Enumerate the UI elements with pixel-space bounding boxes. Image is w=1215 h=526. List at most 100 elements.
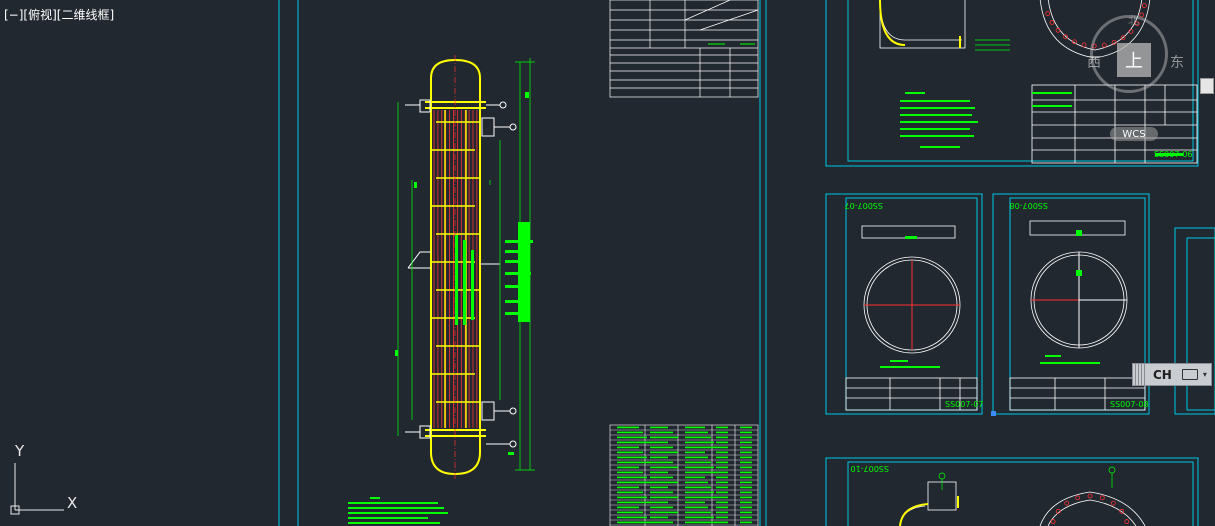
parts-row-text <box>685 476 705 479</box>
parts-row-text <box>685 511 711 514</box>
parts-row-text <box>650 516 668 519</box>
parts-row-text <box>617 446 639 449</box>
parts-row-text <box>617 501 651 504</box>
wcs-label: WCS <box>1122 128 1146 140</box>
parts-row-text <box>716 491 728 494</box>
parts-row-text <box>740 501 752 504</box>
parts-row-text <box>716 451 728 454</box>
parts-row-text <box>650 466 678 469</box>
scrollbar-thumb[interactable] <box>1200 78 1214 94</box>
parts-row-text <box>617 451 643 454</box>
ime-language-bar[interactable]: CH ▾ <box>1132 363 1212 386</box>
bolt-hole <box>1087 493 1093 499</box>
parts-row-text <box>617 511 643 514</box>
parts-row-text <box>650 446 673 449</box>
parts-row-text <box>685 456 708 459</box>
parts-row-text <box>716 441 728 444</box>
parts-row-text <box>716 446 728 449</box>
parts-row-text <box>650 431 673 434</box>
parts-row-text <box>650 436 678 439</box>
detail-08-ref: SS007-08 <box>1110 400 1149 409</box>
parts-row-text <box>716 466 728 469</box>
parts-row-text <box>716 521 728 524</box>
parts-row-text <box>685 451 705 454</box>
parts-row-text <box>716 476 728 479</box>
parts-row-text <box>617 496 647 499</box>
bolt-hole <box>1124 519 1130 524</box>
wcs-menu-button[interactable]: WCS <box>1110 127 1158 141</box>
parts-row-text <box>685 486 711 489</box>
parts-row-text <box>685 436 711 439</box>
viewcube-top-face[interactable]: 上 <box>1117 43 1151 77</box>
bolt-hole <box>1110 500 1116 506</box>
parts-row-text <box>740 446 752 449</box>
detail-sheet-08 <box>1009 220 1146 411</box>
parts-row-text <box>617 481 651 484</box>
parts-row-text <box>685 501 705 504</box>
grip-handle-icon[interactable] <box>1135 364 1145 385</box>
parts-row-text <box>716 471 728 474</box>
parts-row-text <box>650 426 668 429</box>
parts-row-text <box>685 481 708 484</box>
detail-07-title: SS007-07 <box>845 201 884 210</box>
parts-row-text <box>617 431 643 434</box>
parts-row-text <box>740 441 752 444</box>
parts-row-text <box>716 496 728 499</box>
parts-row-text <box>617 456 647 459</box>
parts-row-text <box>650 461 673 464</box>
bolt-hole <box>1049 20 1055 25</box>
parts-row-text <box>617 521 651 524</box>
viewcube-east[interactable]: 东 <box>1170 52 1184 72</box>
parts-row-text <box>740 451 752 454</box>
parts-row-text <box>685 506 708 509</box>
top-title-table <box>609 0 759 98</box>
parts-row-text <box>740 426 752 429</box>
parts-row-text <box>650 441 668 444</box>
parts-row-text <box>685 426 705 429</box>
viewcube-west[interactable]: 西 <box>1087 52 1101 72</box>
parts-row-text <box>617 506 639 509</box>
parts-row-text <box>685 466 714 469</box>
parts-row-text <box>650 511 678 514</box>
bolt-hole <box>1045 11 1051 16</box>
parts-row-text <box>685 431 708 434</box>
chevron-down-icon[interactable]: ▾ <box>1203 370 1207 379</box>
viewcube[interactable]: 北 西 上 东 <box>1080 12 1184 115</box>
parts-row-text <box>740 436 752 439</box>
parts-row-text <box>617 466 639 469</box>
parts-row-text <box>650 456 668 459</box>
parts-row-text <box>740 431 752 434</box>
parts-row-text <box>740 471 752 474</box>
parts-row-text <box>716 431 728 434</box>
parts-row-text <box>685 496 717 499</box>
parts-row-text <box>617 486 639 489</box>
detail-06-ref: SS007-06 <box>1154 150 1193 159</box>
parts-row-text <box>716 511 728 514</box>
parts-row-text <box>740 466 752 469</box>
parts-row-text <box>617 426 639 429</box>
keyboard-icon[interactable] <box>1181 369 1198 380</box>
viewcube-north[interactable]: 北 <box>1128 12 1139 28</box>
bolt-hole <box>1141 3 1147 8</box>
parts-row-text <box>650 491 673 494</box>
parts-row-text <box>716 486 728 489</box>
parts-row-text <box>617 516 647 519</box>
detail-08-title: SS007-08 <box>1010 201 1049 210</box>
parts-row-text <box>685 471 717 474</box>
cad-drawing-canvas[interactable]: SS007-07 SS007-08 SS007-10 SS007-06 SS00… <box>0 0 1215 526</box>
detail-10-title: SS007-10 <box>851 464 890 473</box>
parts-row-text <box>650 501 668 504</box>
ime-mode-label[interactable]: CH <box>1153 368 1172 382</box>
parts-row-text <box>617 441 651 444</box>
bolt-hole <box>1099 495 1105 501</box>
parts-row-text <box>740 461 752 464</box>
model-viewport[interactable]: SS007-07 SS007-08 SS007-10 SS007-06 SS00… <box>0 0 1215 526</box>
parts-row-text <box>650 496 678 499</box>
parts-row-text <box>716 461 728 464</box>
parts-row-text <box>716 426 728 429</box>
ucs-x-label: X <box>67 494 78 512</box>
parts-row-text <box>740 481 752 484</box>
parts-row-text <box>740 506 752 509</box>
viewport-controls-label[interactable]: [−][俯视][二维线框] <box>4 6 114 23</box>
bolt-hole <box>1055 27 1061 33</box>
